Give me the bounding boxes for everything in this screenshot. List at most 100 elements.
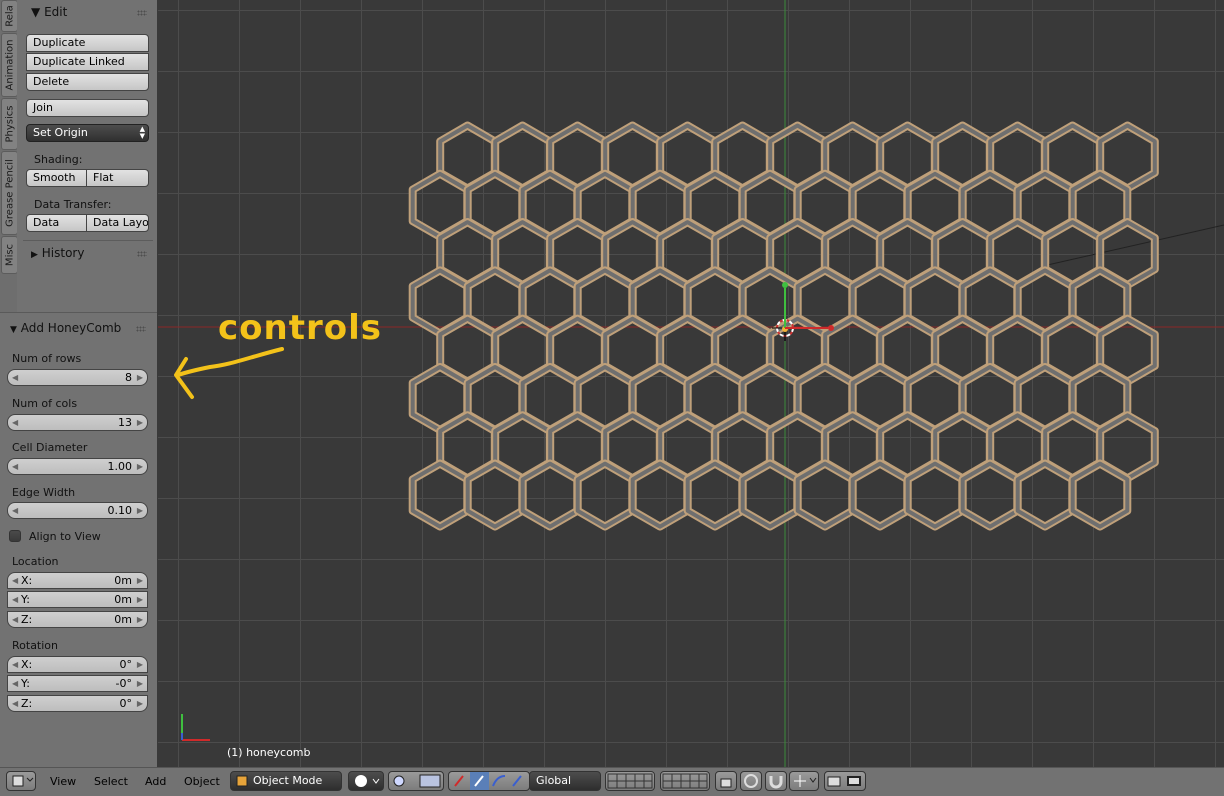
transform-orientation-selector[interactable]: Global bbox=[529, 771, 601, 791]
tool-shelf: ▼ Edit Duplicate Duplicate Linked Delete… bbox=[17, 0, 157, 312]
viewport-shading-selector[interactable] bbox=[348, 771, 384, 791]
edge-width-label: Edge Width bbox=[12, 486, 76, 499]
duplicate-linked-button[interactable]: Duplicate Linked bbox=[26, 53, 149, 71]
lock-icon bbox=[720, 778, 732, 788]
expand-triangle-icon: ▶ bbox=[31, 250, 38, 260]
location-z-field[interactable]: ◀ Z: 0m ▶ bbox=[7, 611, 148, 628]
tab-physics[interactable]: Physics bbox=[1, 98, 18, 150]
increment-arrow-icon[interactable]: ▶ bbox=[137, 415, 143, 430]
decrement-arrow-icon[interactable]: ◀ bbox=[12, 573, 18, 588]
proportional-edit-button[interactable] bbox=[740, 771, 762, 791]
honeycomb-mesh[interactable] bbox=[408, 121, 1159, 531]
increment-arrow-icon[interactable]: ▶ bbox=[137, 612, 143, 627]
layers-group-1[interactable] bbox=[605, 771, 655, 791]
flat-shading-button[interactable]: Flat bbox=[86, 169, 149, 187]
annotation-arrow-icon bbox=[174, 347, 284, 399]
decrement-arrow-icon[interactable]: ◀ bbox=[12, 415, 18, 430]
increment-arrow-icon[interactable]: ▶ bbox=[137, 573, 143, 588]
operator-panel-title: Add HoneyComb bbox=[20, 321, 122, 335]
decrement-arrow-icon[interactable]: ◀ bbox=[12, 459, 18, 474]
tab-label: Rela bbox=[4, 5, 15, 27]
active-object-label: (1) honeycomb bbox=[227, 746, 311, 759]
data-layout-button[interactable]: Data Layo bbox=[86, 214, 149, 232]
decrement-arrow-icon[interactable]: ◀ bbox=[12, 370, 18, 385]
data-transfer-button[interactable]: Data bbox=[26, 214, 87, 232]
num-rows-field[interactable]: ◀ 8 ▶ bbox=[7, 369, 148, 386]
manipulator-icons bbox=[454, 772, 522, 790]
location-y-field[interactable]: ◀ Y: 0m ▶ bbox=[7, 591, 148, 608]
increment-arrow-icon[interactable]: ▶ bbox=[137, 459, 143, 474]
drag-grip-icon[interactable] bbox=[137, 251, 147, 257]
drag-grip-icon[interactable] bbox=[137, 10, 147, 16]
manipulator-buttons[interactable] bbox=[448, 771, 530, 791]
edit-panel-header[interactable]: ▼ Edit bbox=[31, 5, 67, 19]
snap-grid-icon bbox=[794, 775, 817, 787]
3d-viewport[interactable] bbox=[158, 0, 1224, 767]
rotation-y-field[interactable]: ◀ Y: -0° ▶ bbox=[7, 675, 148, 692]
increment-arrow-icon[interactable]: ▶ bbox=[137, 592, 143, 607]
axis-x-label: X: bbox=[21, 574, 33, 587]
smooth-shading-button[interactable]: Smooth bbox=[26, 169, 87, 187]
viewport-header-bar: View Select Add Object Object Mode Globa… bbox=[0, 767, 1224, 796]
honeycomb-cell-face bbox=[1070, 461, 1130, 529]
history-panel-header[interactable]: ▶ History bbox=[31, 246, 84, 260]
increment-arrow-icon[interactable]: ▶ bbox=[137, 657, 143, 672]
decrement-arrow-icon[interactable]: ◀ bbox=[12, 503, 18, 518]
rotation-z-field[interactable]: ◀ Z: 0° ▶ bbox=[7, 695, 148, 712]
tab-animation[interactable]: Animation bbox=[1, 33, 18, 97]
decrement-arrow-icon[interactable]: ◀ bbox=[12, 657, 18, 672]
viewport-canvas[interactable] bbox=[158, 0, 1224, 767]
location-x-field[interactable]: ◀ X: 0m ▶ bbox=[7, 572, 148, 589]
collapse-triangle-icon: ▼ bbox=[31, 5, 41, 19]
solid-sphere-icon bbox=[355, 775, 380, 787]
rotation-z-value: 0° bbox=[119, 697, 133, 710]
edge-width-value: 0.10 bbox=[107, 504, 133, 517]
select-menu[interactable]: Select bbox=[94, 775, 128, 788]
render-camera-icon bbox=[827, 776, 861, 787]
snap-element-selector[interactable] bbox=[789, 771, 819, 791]
layers-group-2[interactable] bbox=[660, 771, 710, 791]
edge-width-field[interactable]: ◀ 0.10 ▶ bbox=[7, 502, 148, 519]
shading-label: Shading: bbox=[34, 153, 83, 166]
updown-arrows-icon: ▲ ▼ bbox=[139, 125, 145, 140]
honeycomb-cell-face bbox=[960, 461, 1020, 529]
tab-grease-pencil[interactable]: Grease Pencil bbox=[1, 151, 18, 235]
tab-relations[interactable]: Rela bbox=[1, 0, 18, 32]
edit-panel-title: Edit bbox=[44, 5, 68, 19]
decrement-arrow-icon[interactable]: ◀ bbox=[12, 696, 18, 711]
increment-arrow-icon[interactable]: ▶ bbox=[137, 696, 143, 711]
rotation-label: Rotation bbox=[12, 639, 59, 652]
editor-type-selector[interactable] bbox=[6, 771, 36, 791]
operator-panel-header[interactable]: ▼ Add HoneyComb bbox=[10, 321, 121, 335]
mode-selector[interactable]: Object Mode bbox=[230, 771, 342, 791]
object-menu[interactable]: Object bbox=[184, 775, 220, 788]
snap-toggle-button[interactable] bbox=[765, 771, 787, 791]
view-menu[interactable]: View bbox=[50, 775, 76, 788]
render-buttons[interactable] bbox=[824, 771, 866, 791]
rotation-x-field[interactable]: ◀ X: 0° ▶ bbox=[7, 656, 148, 673]
add-menu[interactable]: Add bbox=[145, 775, 166, 788]
join-button[interactable]: Join bbox=[26, 99, 149, 117]
increment-arrow-icon[interactable]: ▶ bbox=[137, 370, 143, 385]
delete-button[interactable]: Delete bbox=[26, 73, 149, 91]
duplicate-button[interactable]: Duplicate bbox=[26, 34, 149, 52]
num-cols-field[interactable]: ◀ 13 ▶ bbox=[7, 414, 148, 431]
decrement-arrow-icon[interactable]: ◀ bbox=[12, 612, 18, 627]
tab-misc[interactable]: Misc bbox=[1, 236, 18, 274]
axis-z-label: Z: bbox=[21, 697, 33, 710]
cell-diameter-field[interactable]: ◀ 1.00 ▶ bbox=[7, 458, 148, 475]
set-origin-dropdown[interactable]: Set Origin ▲ ▼ bbox=[26, 124, 149, 142]
num-rows-value: 8 bbox=[125, 371, 132, 384]
decrement-arrow-icon[interactable]: ◀ bbox=[12, 592, 18, 607]
lock-layers-button[interactable] bbox=[715, 771, 737, 791]
pivot-snap-group[interactable] bbox=[388, 771, 444, 791]
location-x-value: 0m bbox=[114, 574, 132, 587]
increment-arrow-icon[interactable]: ▶ bbox=[137, 676, 143, 691]
honeycomb-cell-face bbox=[740, 461, 800, 529]
decrement-arrow-icon[interactable]: ◀ bbox=[12, 676, 18, 691]
tab-label: Physics bbox=[4, 105, 15, 143]
drag-grip-icon[interactable] bbox=[136, 326, 146, 332]
collapse-triangle-icon: ▼ bbox=[10, 325, 17, 335]
align-to-view-checkbox[interactable] bbox=[9, 530, 21, 542]
increment-arrow-icon[interactable]: ▶ bbox=[137, 503, 143, 518]
